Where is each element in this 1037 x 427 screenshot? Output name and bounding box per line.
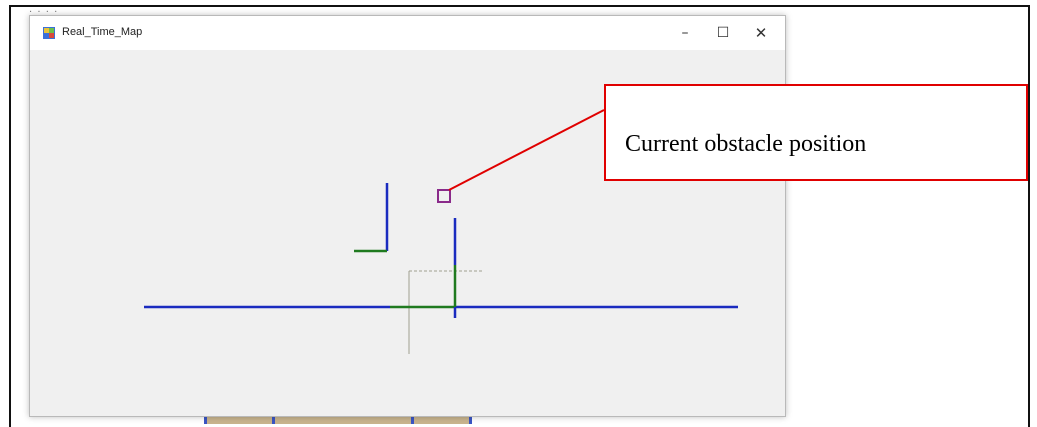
callout-line xyxy=(448,109,605,191)
callout-connector xyxy=(448,109,605,191)
callout-box: Current obstacle position xyxy=(604,84,1028,181)
callout-label: Current obstacle position xyxy=(625,131,867,157)
